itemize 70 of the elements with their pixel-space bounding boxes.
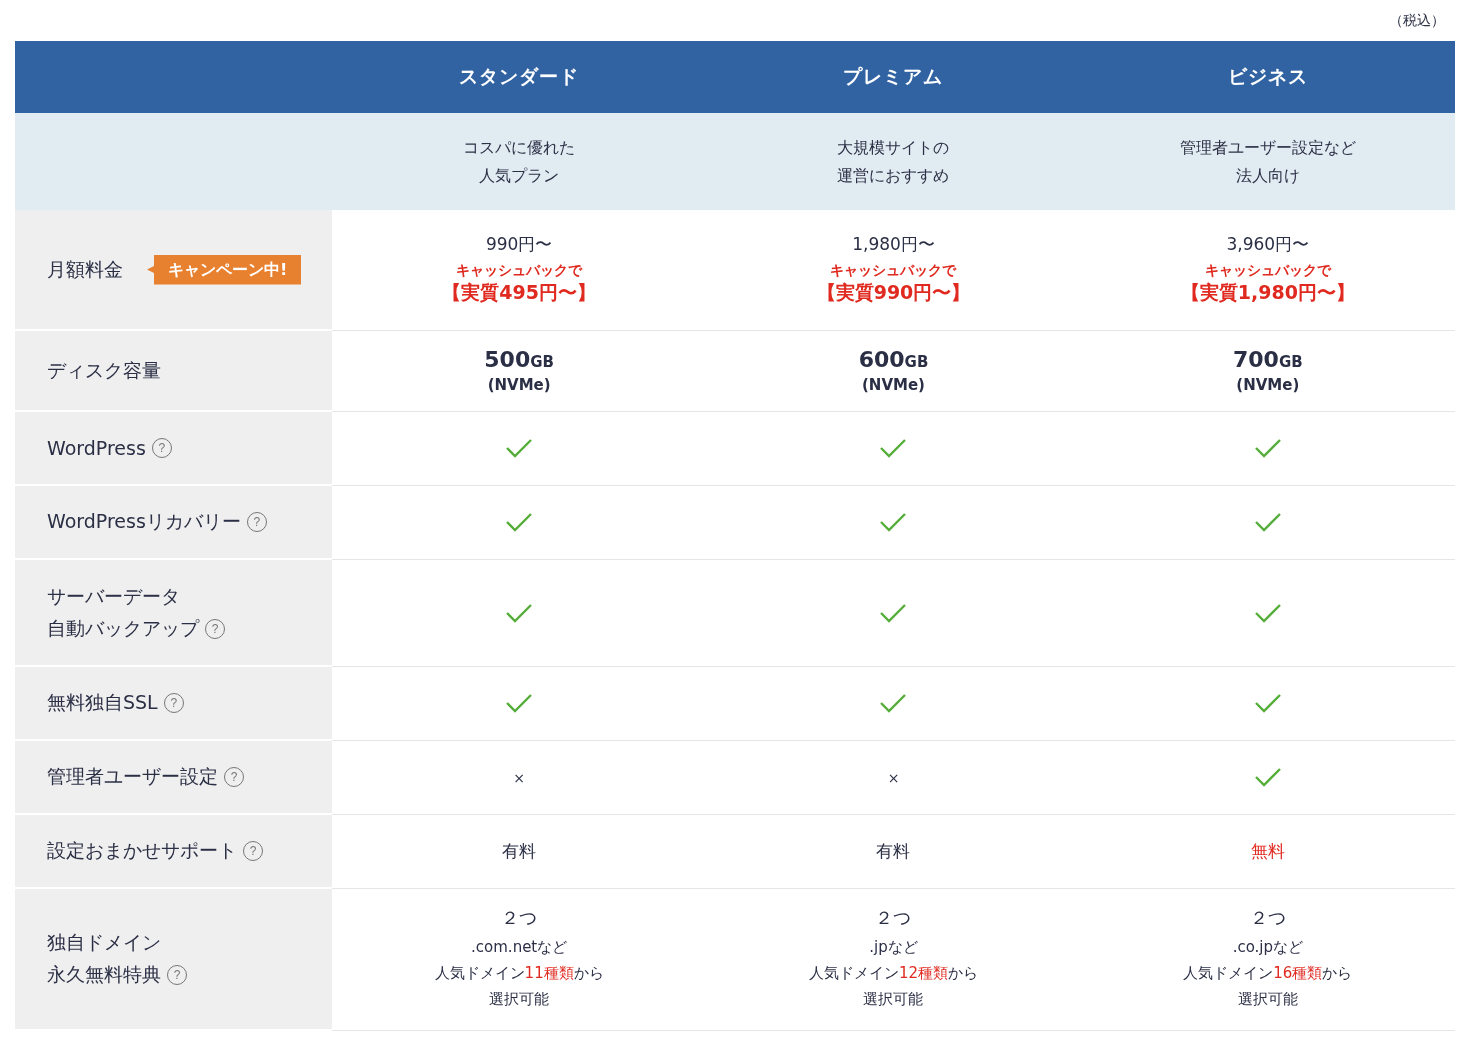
plan-tagline: 大規模サイトの [836,136,951,159]
check-icon [1253,438,1282,459]
tax-note: （税込） [1389,12,1445,30]
domain-variety: 人気ドメイン12種類から [807,963,980,984]
feature-label: 月額料金 [47,256,123,282]
domain-examples: .co.jpなど [1231,937,1304,958]
check-icon [879,438,908,459]
domain-note: 選択可能 [862,989,925,1010]
plan-tagline: 管理者ユーザー設定など [1178,136,1357,159]
plan-name: プレミアム [706,41,1081,113]
campaign-badge: キャンペーン中! [147,254,302,285]
check-icon [505,602,534,623]
disk-type: (NVMe) [486,376,552,394]
check-icon [1253,693,1282,714]
feature-label: WordPress [47,437,146,459]
feature-label: WordPressリカバリー [47,509,241,534]
disk-type: (NVMe) [1235,376,1301,394]
plan-name: スタンダード [332,41,707,113]
plan-tagline: コスパに優れた [462,136,577,159]
domain-variety: 人気ドメイン11種類から [433,963,605,984]
fee-text: 無料 [1250,840,1285,861]
cross-mark: × [513,769,526,786]
disk-type: (NVMe) [861,376,926,394]
effective-price: 【実質990円〜】 [815,280,972,306]
check-icon [1253,767,1282,788]
disk-unit: GB [904,353,929,371]
feature-label: 永久無料特典 [47,962,161,987]
fee-text: 有料 [876,840,911,861]
check-icon [879,693,908,714]
domain-count: ２つ [874,906,913,930]
feature-label: 管理者ユーザー設定 [47,764,218,789]
effective-price: 【実質1,980円〜】 [1179,280,1356,306]
feature-label: 無料独自SSL [47,690,158,715]
check-icon [879,512,908,533]
cashback-text: キャッシュバックで [829,262,958,281]
domain-examples: .com.netなど [470,937,569,958]
cashback-text: キャッシュバックで [455,262,584,281]
disk-amount: 700 [1233,347,1279,372]
check-icon [879,602,908,623]
check-icon [1253,602,1282,623]
cashback-text: キャッシュバックで [1203,262,1333,281]
feature-label: ディスク容量 [47,357,161,383]
domain-count: ２つ [1248,906,1287,930]
plan-tagline: 運営におすすめ [836,164,951,187]
check-icon [505,512,534,533]
check-icon [505,693,534,714]
check-icon [505,438,534,459]
feature-label: 設定おまかせサポート [47,838,237,863]
plan-tagline: 人気プラン [478,164,561,187]
disk-amount: 500 [484,347,531,372]
domain-count: ２つ [500,906,539,930]
disk-unit: GB [1278,353,1303,371]
effective-price: 【実質495円〜】 [441,280,597,306]
price-text: 3,960円〜 [1225,233,1311,257]
plan-tagline: 法人向け [1234,164,1301,187]
price-text: 990円〜 [484,233,554,257]
domain-note: 選択可能 [1236,989,1299,1010]
domain-variety: 人気ドメイン16種類から [1182,963,1354,984]
feature-label: サーバーデータ [47,583,180,609]
cross-mark: × [887,769,900,786]
fee-text: 有料 [502,840,537,861]
disk-amount: 600 [858,347,905,372]
price-text: 1,980円〜 [851,233,936,257]
domain-examples: .jpなど [868,937,919,958]
disk-unit: GB [530,353,554,371]
check-icon [1253,512,1282,533]
plan-name: ビジネス [1080,41,1455,113]
feature-label: 自動バックアップ [47,615,199,641]
feature-label: 独自ドメイン [47,930,161,955]
domain-note: 選択可能 [488,989,551,1010]
